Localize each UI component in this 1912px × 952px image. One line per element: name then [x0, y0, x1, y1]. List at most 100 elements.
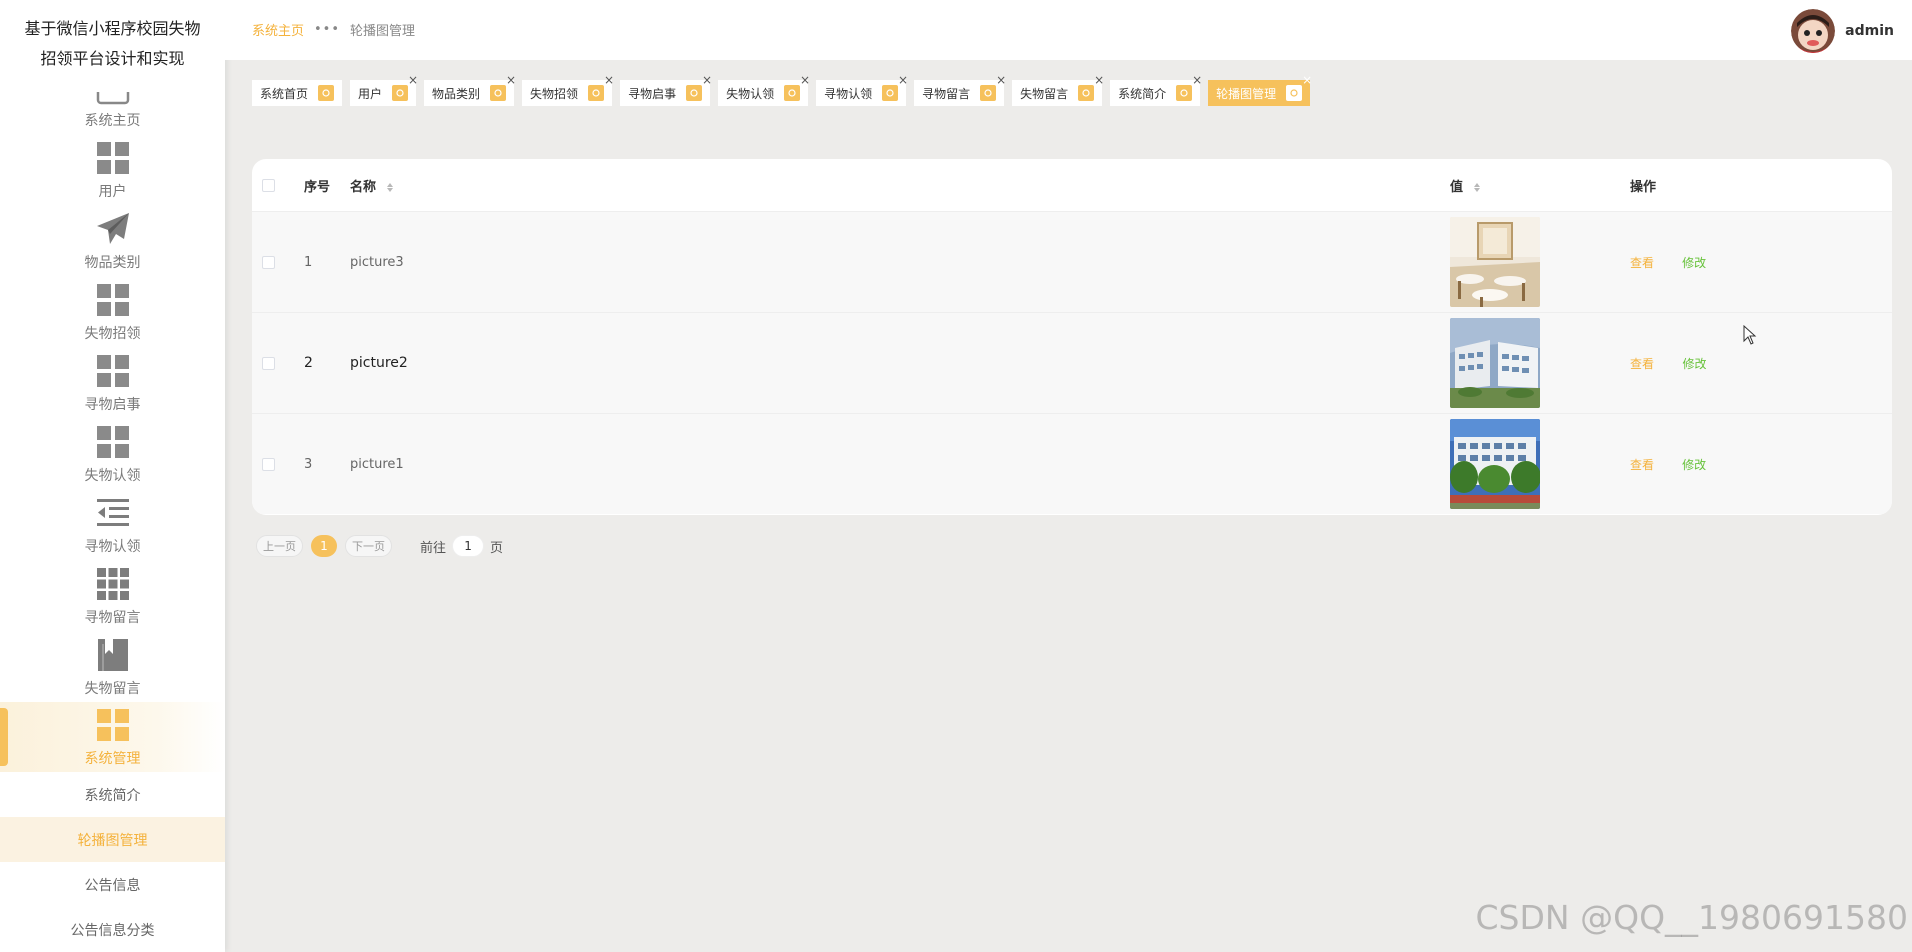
- sidebar-menu: 系统主页 用户 物品类别 失物招领 寻物启事 失物认领 寻物认领 寻物留言 失物…: [0, 88, 225, 952]
- goto-page-input[interactable]: 1: [452, 535, 485, 557]
- next-page-button[interactable]: 下一页: [345, 535, 392, 557]
- sidebar-item-lost-message[interactable]: 失物留言: [0, 631, 225, 702]
- sidebar-item-lost-found[interactable]: 失物招领: [0, 276, 225, 347]
- tag-lost-message[interactable]: 失物留言 ×: [1012, 74, 1104, 106]
- tag-search-notice[interactable]: 寻物启事 ×: [620, 74, 712, 106]
- table-header: 序号 名称 值 操作: [252, 159, 1892, 211]
- select-all-checkbox[interactable]: [262, 178, 275, 192]
- tag-label: 系统首页: [260, 86, 309, 101]
- edit-button[interactable]: 修改: [1682, 256, 1706, 270]
- sidebar-item-category[interactable]: 物品类别: [0, 205, 225, 276]
- avatar[interactable]: [1791, 9, 1836, 53]
- tag-settings-icon: [1078, 85, 1095, 101]
- close-icon[interactable]: ×: [1094, 74, 1104, 86]
- close-icon[interactable]: ×: [898, 74, 908, 86]
- row-index: 1: [304, 254, 313, 270]
- row-image[interactable]: [1450, 217, 1540, 307]
- tag-settings-icon: [882, 85, 899, 101]
- tag-label: 轮播图管理: [1216, 86, 1277, 101]
- watermark: CSDN @QQ__1980691580: [1475, 898, 1908, 937]
- breadcrumb: 系统主页 ••• 轮播图管理: [252, 20, 415, 39]
- view-button[interactable]: 查看: [1630, 357, 1654, 371]
- grid-icon: [96, 283, 130, 317]
- close-icon[interactable]: ×: [702, 74, 712, 86]
- view-button[interactable]: 查看: [1630, 458, 1654, 472]
- submenu-item-carousel[interactable]: 轮播图管理: [0, 817, 225, 862]
- table-row: 3 picture1 查看 修改: [252, 413, 1892, 514]
- tag-users[interactable]: 用户 ×: [350, 74, 418, 106]
- tag-label: 寻物留言: [922, 86, 971, 101]
- sort-icon[interactable]: [386, 182, 395, 193]
- paper-plane-icon: [96, 212, 130, 246]
- sidebar-item-lost-claim[interactable]: 失物认领: [0, 418, 225, 489]
- close-icon[interactable]: ×: [1192, 74, 1202, 86]
- row-checkbox[interactable]: [262, 457, 275, 471]
- edit-button[interactable]: 修改: [1682, 357, 1706, 371]
- tag-settings-icon: [686, 85, 703, 101]
- close-icon[interactable]: ×: [800, 74, 810, 86]
- tag-settings-icon: [588, 85, 605, 101]
- row-name: picture1: [350, 456, 404, 472]
- grid-icon: [96, 708, 130, 742]
- column-header-name[interactable]: 名称: [350, 176, 1450, 195]
- submenu-item-notice[interactable]: 公告信息: [0, 862, 225, 907]
- breadcrumb-home[interactable]: 系统主页: [252, 20, 304, 39]
- mouse-cursor-icon: [1743, 324, 1757, 349]
- sort-icon[interactable]: [1473, 182, 1482, 193]
- prev-page-button[interactable]: 上一页: [256, 535, 303, 557]
- sidebar-item-home[interactable]: 系统主页: [0, 88, 225, 134]
- sidebar-item-users[interactable]: 用户: [0, 134, 225, 205]
- tag-settings-icon: [784, 85, 801, 101]
- tag-search-message[interactable]: 寻物留言 ×: [914, 74, 1006, 106]
- row-checkbox[interactable]: [262, 255, 275, 269]
- sidebar-item-label: 失物招领: [84, 326, 141, 342]
- tag-lost-found[interactable]: 失物招领 ×: [522, 74, 614, 106]
- tag-label: 失物留言: [1020, 86, 1069, 101]
- tag-settings-icon: [1286, 85, 1303, 101]
- tag-label: 寻物启事: [628, 86, 677, 101]
- tag-label: 寻物认领: [824, 86, 873, 101]
- column-header-label: 名称: [350, 179, 377, 195]
- close-icon[interactable]: ×: [996, 74, 1006, 86]
- close-icon[interactable]: ×: [1302, 74, 1312, 86]
- view-button[interactable]: 查看: [1630, 256, 1654, 270]
- row-checkbox[interactable]: [262, 356, 275, 370]
- username[interactable]: admin: [1845, 23, 1894, 39]
- book-icon: [96, 638, 130, 672]
- edit-button[interactable]: 修改: [1682, 458, 1706, 472]
- pagination: 上一页 1 下一页 前往 1 页: [256, 535, 503, 557]
- sidebar-item-search-notice[interactable]: 寻物启事: [0, 347, 225, 418]
- submenu-item-intro[interactable]: 系统简介: [0, 772, 225, 817]
- column-header-operation: 操作: [1630, 179, 1657, 195]
- user-menu[interactable]: admin: [1791, 9, 1894, 53]
- page-number-current[interactable]: 1: [311, 535, 337, 557]
- sidebar-item-label: 用户: [98, 184, 127, 200]
- tab-tags: 系统首页 用户 × 物品类别 × 失物招领 × 寻物启事 × 失物认领 × 寻物…: [252, 74, 1318, 106]
- home-icon: [96, 92, 130, 106]
- tag-label: 物品类别: [432, 86, 481, 101]
- sidebar-item-system[interactable]: 系统管理: [0, 702, 225, 772]
- row-image[interactable]: [1450, 419, 1540, 509]
- tag-lost-claim[interactable]: 失物认领 ×: [718, 74, 810, 106]
- column-header-label: 值: [1450, 179, 1464, 195]
- close-icon[interactable]: ×: [408, 74, 418, 86]
- app-title: 基于微信小程序校园失物 招领平台设计和实现: [24, 19, 201, 68]
- breadcrumb-current: 轮播图管理: [350, 24, 416, 39]
- grid-icon: [96, 425, 130, 459]
- tag-intro[interactable]: 系统简介 ×: [1110, 74, 1202, 106]
- tag-settings-icon: [490, 85, 507, 101]
- sidebar-item-search-claim[interactable]: 寻物认领: [0, 489, 225, 560]
- tag-home[interactable]: 系统首页: [252, 80, 343, 106]
- sidebar-item-search-message[interactable]: 寻物留言: [0, 560, 225, 631]
- close-icon[interactable]: ×: [604, 74, 614, 86]
- sidebar-item-label: 寻物启事: [84, 397, 141, 413]
- sidebar-item-label: 系统主页: [84, 113, 141, 129]
- tag-carousel[interactable]: 轮播图管理 ×: [1208, 74, 1312, 106]
- column-header-value[interactable]: 值: [1450, 176, 1630, 195]
- row-image[interactable]: [1450, 318, 1540, 408]
- tag-category[interactable]: 物品类别 ×: [424, 74, 516, 106]
- sidebar-item-label: 系统管理: [84, 751, 141, 767]
- tag-search-claim[interactable]: 寻物认领 ×: [816, 74, 908, 106]
- submenu-item-notice-category[interactable]: 公告信息分类: [0, 907, 225, 952]
- close-icon[interactable]: ×: [506, 74, 516, 86]
